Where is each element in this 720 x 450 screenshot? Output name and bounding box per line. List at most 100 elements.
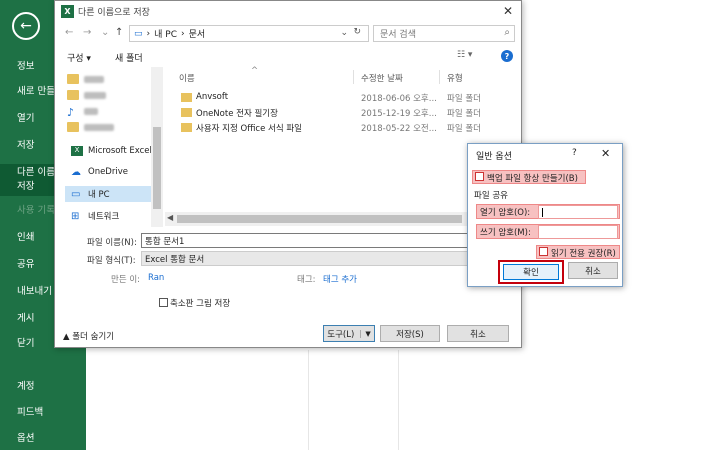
blurred-label	[84, 91, 106, 99]
column-date[interactable]: 수정한 날짜	[361, 72, 403, 84]
computer-icon: ▭	[134, 28, 143, 39]
back-icon[interactable]: ←	[65, 27, 73, 38]
column-type[interactable]: 유형	[447, 72, 463, 84]
dialog-toolbar: 구성 ▾ 새 폴더 ☷ ▾ ?	[55, 47, 523, 67]
author-label: 만든 이:	[111, 275, 141, 285]
breadcrumb-separator: ›	[146, 28, 151, 39]
backup-checkbox[interactable]	[475, 172, 484, 181]
cloud-icon: ☁	[71, 167, 81, 178]
folder-icon	[181, 123, 192, 132]
open-password-input[interactable]	[538, 205, 618, 219]
folder-icon	[67, 90, 79, 100]
help-icon[interactable]: ?	[572, 148, 577, 158]
tags-label: 태그:	[297, 275, 316, 285]
file-name: 사용자 지정 Office 서식 파일	[196, 124, 302, 134]
filename-input[interactable]: 통합 문서1	[141, 233, 515, 248]
help-icon[interactable]: ?	[501, 50, 513, 62]
ok-button-highlight: 확인	[498, 260, 564, 284]
nav-folder[interactable]	[67, 71, 163, 87]
backstage-item-feedback[interactable]: 피드백	[0, 406, 86, 420]
general-options-dialog: 일반 옵션 ? ✕ 백업 파일 항상 만들기(B) 파일 공유 열기 암호(O)…	[467, 143, 623, 287]
file-type: 파일 폴더	[447, 109, 481, 119]
thumbnail-label: 축소판 그림 저장	[170, 299, 231, 309]
nav-music[interactable]: ♪	[67, 103, 163, 119]
search-icon: ⌕	[504, 27, 510, 38]
modify-password-input[interactable]	[538, 225, 618, 239]
scroll-left-icon[interactable]: ◀	[167, 213, 173, 222]
nav-label: 네트워크	[88, 212, 120, 222]
table-row[interactable]: Anvsoft 2018-06-06 오후... 파일 폴더	[165, 91, 523, 105]
close-icon[interactable]: ✕	[601, 147, 610, 160]
readonly-label: 읽기 전용 권장(R)	[551, 249, 616, 259]
sort-arrow-icon: ^	[251, 66, 259, 76]
refresh-icon[interactable]: ↻	[353, 27, 361, 37]
backstage-item-account[interactable]: 계정	[0, 380, 86, 394]
folder-icon	[181, 93, 192, 102]
file-name: Anvsoft	[196, 92, 229, 102]
file-sharing-heading: 파일 공유	[474, 191, 508, 201]
folder-icon	[67, 122, 79, 132]
text-caret	[542, 208, 543, 217]
tags-value[interactable]: 태그 추가	[323, 273, 357, 285]
network-icon: ⊞	[71, 211, 80, 222]
blurred-label	[84, 123, 114, 131]
nav-label: Microsoft Excel	[88, 146, 152, 156]
address-bar[interactable]: ▭ › 내 PC › 문서 ⌄ ↻	[129, 25, 369, 42]
file-type: 파일 폴더	[447, 124, 481, 134]
save-as-dialog: X 다른 이름으로 저장 ✕ ← → ⌄ ↑ ▭ › 내 PC › 문서 ⌄ ↻…	[54, 0, 522, 348]
search-placeholder: 문서 검색	[380, 30, 416, 40]
breadcrumb-separator: ›	[180, 28, 185, 39]
scrollbar-thumb[interactable]	[153, 127, 161, 209]
table-row[interactable]: OneNote 전자 필기장 2015-12-19 오후... 파일 폴더	[165, 106, 523, 120]
ok-button[interactable]: 확인	[503, 264, 559, 280]
file-name: OneNote 전자 필기장	[196, 109, 278, 119]
column-divider	[439, 70, 440, 84]
filetype-label: 파일 형식(T):	[87, 256, 136, 266]
readonly-checkbox[interactable]	[539, 247, 548, 256]
backup-label: 백업 파일 항상 만들기(B)	[487, 174, 578, 184]
organize-button[interactable]: 구성 ▾	[67, 51, 91, 64]
close-icon[interactable]: ✕	[503, 4, 513, 18]
tools-button[interactable]: 도구(L) ▼	[323, 325, 375, 342]
nav-scrollbar[interactable]	[151, 67, 163, 227]
excel-logo-icon: X	[61, 4, 74, 18]
chevron-down-icon: ▼	[360, 329, 371, 338]
table-row[interactable]: 사용자 지정 Office 서식 파일 2018-05-22 오전... 파일 …	[165, 121, 523, 135]
filetype-select[interactable]: Excel 통합 문서	[141, 251, 515, 266]
backstage-item-options[interactable]: 옵션	[0, 432, 86, 446]
folder-icon	[67, 74, 79, 84]
dialog-title: 다른 이름으로 저장	[78, 7, 150, 18]
breadcrumb-documents[interactable]: 문서	[189, 27, 206, 40]
divider	[308, 350, 309, 450]
navigation-pane: ♪ X Microsoft Excel ☁ OneDrive ▭ 내 PC ⊞ 네트워크	[55, 67, 163, 227]
scrollbar-thumb[interactable]	[177, 215, 462, 223]
file-date: 2018-05-22 오전...	[361, 124, 437, 134]
new-folder-button[interactable]: 새 폴더	[115, 51, 143, 64]
chevron-down-icon[interactable]: ⌄	[340, 28, 348, 38]
blurred-label	[84, 107, 98, 115]
up-icon[interactable]: ↑	[115, 27, 123, 38]
breadcrumb-this-pc[interactable]: 내 PC	[154, 27, 177, 40]
search-input[interactable]: 문서 검색 ⌕	[373, 25, 515, 42]
nav-label: 내 PC	[88, 190, 110, 200]
nav-this-pc[interactable]: ▭ 내 PC	[65, 186, 151, 202]
view-options-icon[interactable]: ☷ ▾	[457, 50, 472, 60]
recent-dropdown-icon[interactable]: ⌄	[101, 27, 109, 38]
save-button[interactable]: 저장(S)	[380, 325, 440, 342]
author-value[interactable]: Ran	[148, 273, 164, 283]
nav-folder[interactable]	[67, 119, 163, 135]
cancel-button[interactable]: 취소	[568, 262, 618, 279]
thumbnail-checkbox[interactable]	[159, 298, 168, 307]
excel-icon: X	[71, 146, 83, 156]
filename-label: 파일 이름(N):	[87, 238, 137, 248]
column-name[interactable]: 이름	[179, 72, 195, 84]
hide-folders-button[interactable]: ▲ 폴더 숨기기	[63, 330, 114, 342]
back-arrow-icon[interactable]: ←	[12, 12, 40, 40]
blurred-label	[84, 75, 104, 83]
modify-password-label: 쓰기 암호(M):	[480, 228, 531, 238]
forward-icon[interactable]: →	[83, 27, 91, 38]
cancel-button[interactable]: 취소	[447, 325, 509, 342]
nav-folder[interactable]	[67, 87, 163, 103]
file-date: 2018-06-06 오후...	[361, 94, 437, 104]
dialog-titlebar: X 다른 이름으로 저장	[55, 1, 521, 21]
